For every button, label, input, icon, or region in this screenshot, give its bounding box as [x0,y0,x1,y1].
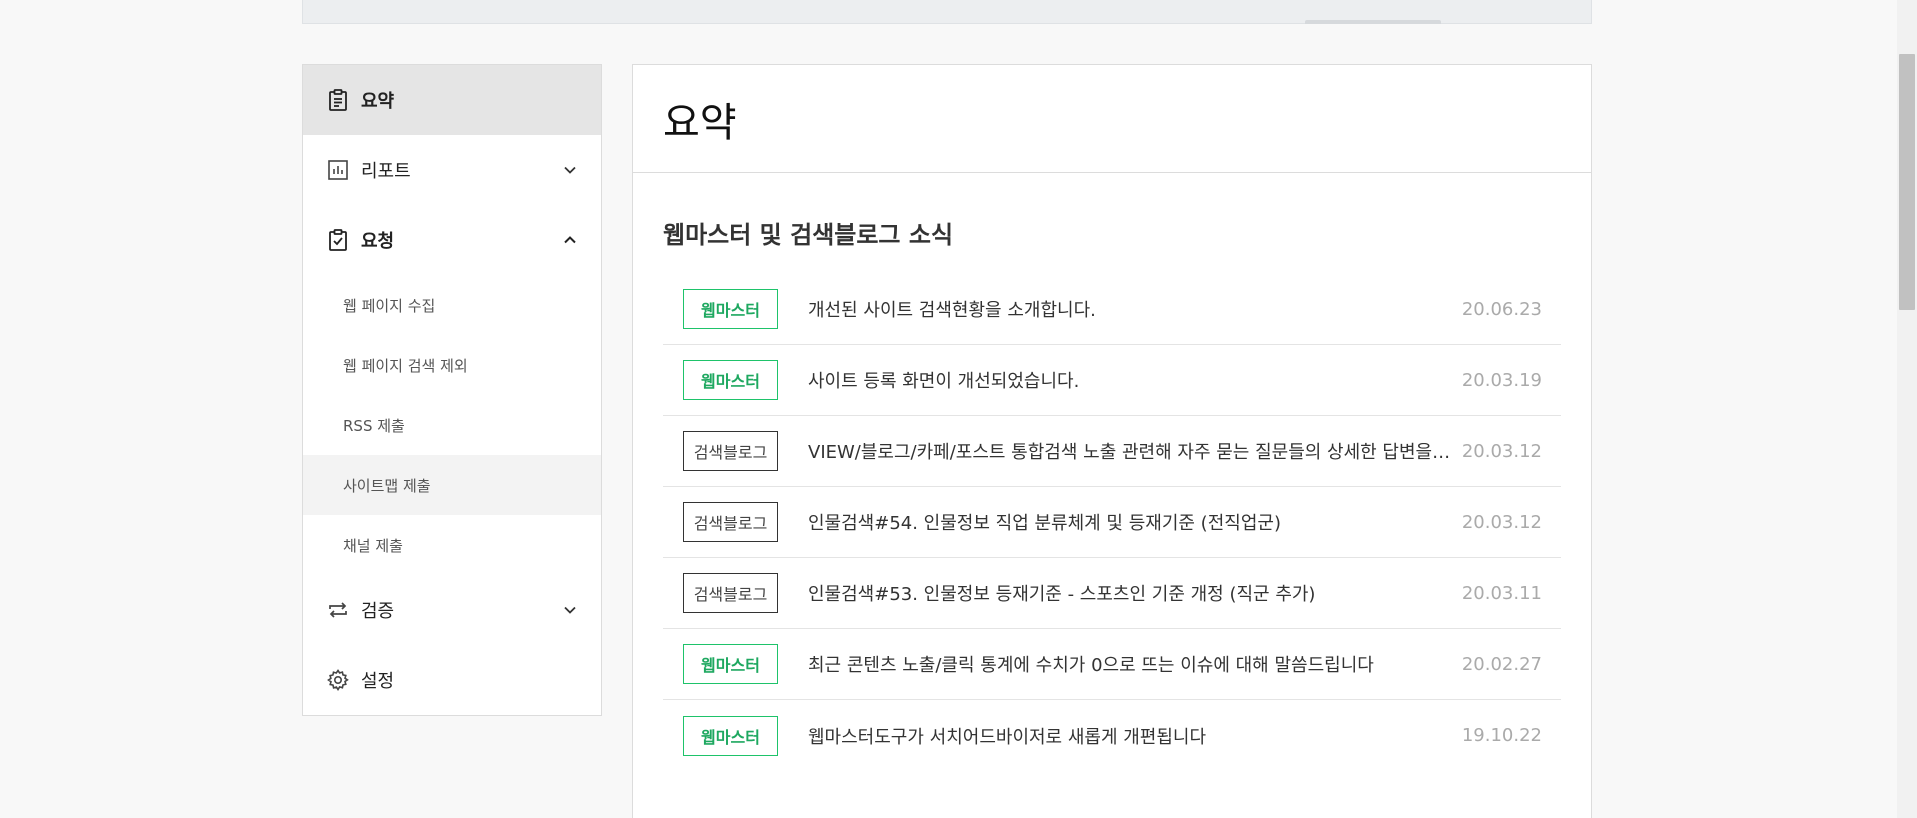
news-date: 20.03.12 [1461,440,1542,462]
news-date: 20.03.11 [1461,582,1542,604]
bar-chart-icon [325,157,351,183]
news-title-link[interactable]: 인물검색#54. 인물정보 직업 분류체계 및 등재기준 (전직업군) [808,509,1451,535]
main-panel: 요약 웹마스터 및 검색블로그 소식 웹마스터 개선된 사이트 검색현황을 소개… [632,64,1592,818]
news-title-link[interactable]: 웹마스터도구가 서치어드바이저로 새롭게 개편됩니다 [808,723,1451,749]
sidebar-item-verify[interactable]: 검증 [303,575,601,645]
chevron-down-icon [563,163,577,177]
news-item[interactable]: 웹마스터 사이트 등록 화면이 개선되었습니다. 20.03.19 [663,345,1561,416]
gear-icon [325,667,351,693]
category-badge: 웹마스터 [683,715,778,756]
news-date: 19.10.22 [1461,725,1542,746]
sidebar-item-label: 요청 [361,231,395,252]
sidebar-item-report[interactable]: 리포트 [303,135,601,205]
category-badge: 검색블로그 [683,573,778,613]
news-item[interactable]: 웹마스터 웹마스터도구가 서치어드바이저로 새롭게 개편됩니다 19.10.22 [663,700,1561,771]
news-title-link[interactable]: 사이트 등록 화면이 개선되었습니다. [808,367,1451,393]
news-title-link[interactable]: 개선된 사이트 검색현황을 소개합니다. [808,296,1451,322]
news-list: 웹마스터 개선된 사이트 검색현황을 소개합니다. 20.06.23 웹마스터 … [663,274,1561,771]
sidebar-item-settings[interactable]: 설정 [303,645,601,715]
scrollbar-thumb[interactable] [1899,54,1915,310]
news-item[interactable]: 웹마스터 최근 콘텐츠 노출/클릭 통계에 수치가 0으로 뜨는 이슈에 대해 … [663,629,1561,700]
news-item[interactable]: 검색블로그 인물검색#54. 인물정보 직업 분류체계 및 등재기준 (전직업군… [663,487,1561,558]
news-date: 20.02.27 [1461,653,1542,675]
clipboard-icon [325,87,351,113]
sidebar: 요약 리포트 요청 웹 페이지 수집 웹 페이지 검색 제외 RSS 제출 사이… [302,64,602,716]
clipboard-check-icon [325,227,351,253]
chevron-up-icon [563,233,577,247]
sidebar-item-summary[interactable]: 요약 [303,65,601,135]
main-header: 요약 [633,65,1591,173]
section-title: 웹마스터 및 검색블로그 소식 [663,221,954,249]
sidebar-subitem-channel-submit[interactable]: 채널 제출 [303,515,601,575]
page-title: 요약 [663,99,737,146]
news-date: 20.06.23 [1461,298,1542,320]
page-scrollbar[interactable] [1897,0,1917,818]
chevron-down-icon [563,603,577,617]
top-banner-button[interactable] [1305,20,1441,24]
category-badge: 검색블로그 [683,431,778,471]
sidebar-item-request[interactable]: 요청 [303,205,601,275]
sidebar-item-label: 요약 [361,91,395,112]
news-title-link[interactable]: 최근 콘텐츠 노출/클릭 통계에 수치가 0으로 뜨는 이슈에 대해 말씀드립니… [808,651,1451,677]
sidebar-subitem-web-page-exclude[interactable]: 웹 페이지 검색 제외 [303,335,601,395]
news-title-link[interactable]: VIEW/블로그/카페/포스트 통합검색 노출 관련해 자주 묻는 질문들의 상… [808,438,1451,464]
top-banner-strip [302,0,1592,24]
sidebar-subitem-sitemap-submit[interactable]: 사이트맵 제출 [303,455,601,515]
sidebar-item-label: 설정 [361,671,395,692]
category-badge: 웹마스터 [683,289,778,329]
category-badge: 웹마스터 [683,360,778,400]
sidebar-item-label: 검증 [361,601,395,622]
news-item[interactable]: 검색블로그 인물검색#53. 인물정보 등재기준 - 스포츠인 기준 개정 (직… [663,558,1561,629]
repeat-arrows-icon [325,597,351,623]
news-title-link[interactable]: 인물검색#53. 인물정보 등재기준 - 스포츠인 기준 개정 (직군 추가) [808,580,1451,606]
sidebar-subitem-rss-submit[interactable]: RSS 제출 [303,395,601,455]
news-item[interactable]: 웹마스터 개선된 사이트 검색현황을 소개합니다. 20.06.23 [663,274,1561,345]
category-badge: 웹마스터 [683,644,778,684]
news-date: 20.03.12 [1461,511,1542,533]
news-item[interactable]: 검색블로그 VIEW/블로그/카페/포스트 통합검색 노출 관련해 자주 묻는 … [663,416,1561,487]
news-date: 20.03.19 [1461,369,1542,391]
sidebar-item-label: 리포트 [361,161,411,182]
category-badge: 검색블로그 [683,502,778,542]
sidebar-subitem-web-page-collect[interactable]: 웹 페이지 수집 [303,275,601,335]
